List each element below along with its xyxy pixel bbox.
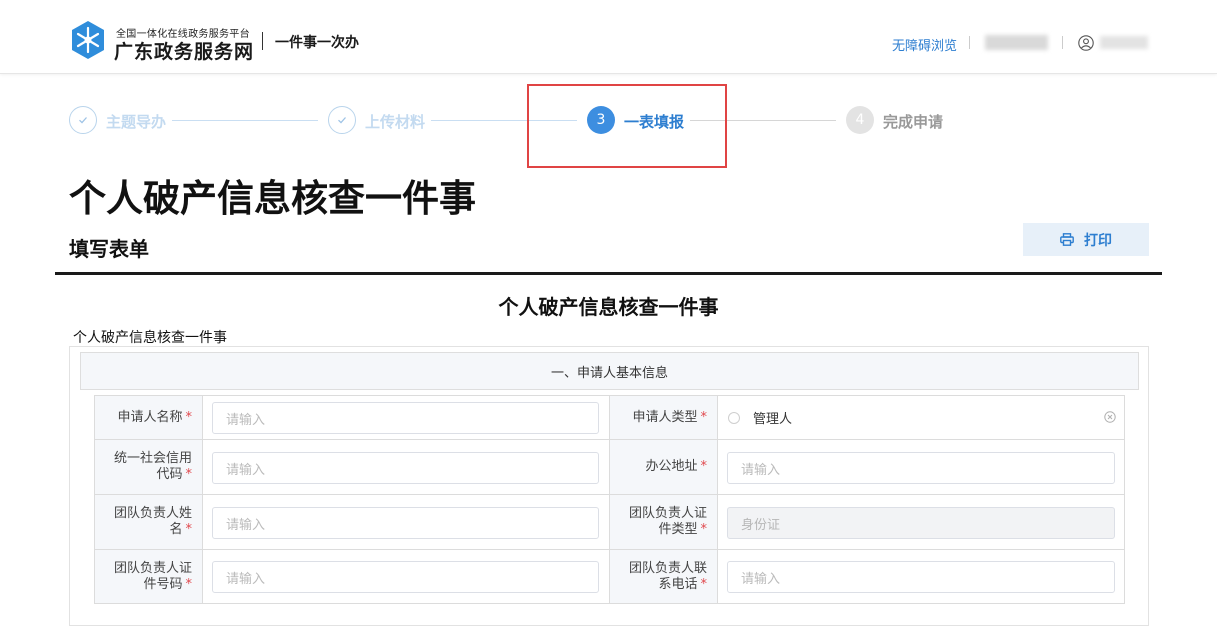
label-text: 统一社会信用代码: [113, 451, 192, 482]
radio-label[interactable]: 管理人: [753, 408, 792, 427]
form-grid: 申请人名称 * 请输入 申请人类型 * 管理人 统一社会信用代码 * 请输入 办公: [94, 395, 1125, 604]
step-label: 主题导办: [106, 113, 167, 131]
accessibility-link[interactable]: 无障碍浏览: [892, 35, 957, 54]
label-wrap: 统一社会信用代码 *: [108, 451, 192, 483]
blurred-account[interactable]: [1100, 36, 1148, 49]
field-label: 办公地址 *: [610, 440, 718, 494]
field-cell: 请输入: [203, 396, 610, 439]
id-type-field: 身份证: [727, 507, 1115, 539]
required-mark: *: [185, 467, 193, 482]
required-mark: *: [700, 409, 708, 425]
field-label: 统一社会信用代码 *: [95, 440, 203, 494]
form-subheading: 个人破产信息核查一件事: [73, 330, 227, 346]
logo-subtitle: 一件事一次办: [275, 35, 359, 51]
print-button[interactable]: 打印: [1023, 223, 1149, 256]
page-title: 个人破产信息核查一件事: [69, 177, 476, 220]
site-header: 全国一体化在线政务服务平台 广东政务服务网 一件事一次办 无障碍浏览: [0, 0, 1217, 74]
logo-divider: [262, 32, 263, 50]
id-number-input[interactable]: 请输入: [212, 561, 599, 593]
label-wrap: 团队负责人联系电话 *: [623, 561, 707, 593]
label-text: 团队负责人联系电话: [628, 560, 707, 592]
user-circle-icon[interactable]: [1078, 35, 1094, 51]
required-mark: *: [185, 576, 193, 592]
clear-circle-icon[interactable]: [1104, 411, 1116, 423]
group-heading: 一、申请人基本信息: [80, 352, 1139, 390]
form-heading: 个人破产信息核查一件事: [498, 295, 719, 319]
applicant-type-radio[interactable]: 管理人: [728, 396, 792, 439]
check-icon: [328, 106, 356, 134]
contact-phone-input[interactable]: 请输入: [727, 561, 1115, 593]
header-divider: [969, 36, 970, 49]
form-row: 团队负责人姓名 * 请输入 团队负责人证件类型 * 身份证: [95, 495, 1124, 550]
field-label: 申请人类型 *: [610, 396, 718, 439]
logo-icon[interactable]: [69, 20, 107, 60]
label-wrap: 团队负责人证件类型 *: [623, 506, 707, 538]
required-mark: *: [700, 459, 708, 474]
field-label: 申请人名称 *: [95, 396, 203, 439]
logo-site-name[interactable]: 广东政务服务网: [114, 37, 254, 64]
printer-icon: [1060, 233, 1074, 246]
field-cell: 请输入: [718, 550, 1124, 603]
print-label: 打印: [1084, 232, 1112, 249]
step-label: 上传材料: [365, 113, 426, 131]
field-cell: 请输入: [718, 440, 1124, 494]
label-text: 申请人名称: [117, 409, 183, 425]
section-title: 填写表单: [69, 237, 149, 261]
field-label: 团队负责人姓名 *: [95, 495, 203, 549]
field-cell: 请输入: [203, 495, 610, 549]
check-icon: [69, 106, 97, 134]
step-number: 4: [846, 106, 874, 134]
title-rule: [55, 272, 1162, 275]
highlight-annotation: [527, 84, 727, 168]
label-text: 团队负责人证件类型: [628, 506, 707, 537]
label-wrap: 团队负责人姓名 *: [108, 506, 192, 538]
label-wrap: 团队负责人证件号码 *: [108, 561, 192, 593]
credit-code-input[interactable]: 请输入: [212, 452, 599, 484]
header-divider: [1062, 36, 1063, 49]
field-cell: 请输入: [203, 550, 610, 603]
field-label: 团队负责人证件类型 *: [610, 495, 718, 549]
office-address-input[interactable]: 请输入: [727, 452, 1115, 484]
step-label: 完成申请: [883, 113, 944, 131]
required-mark: *: [700, 522, 708, 537]
required-mark: *: [700, 576, 708, 592]
field-cell: 管理人: [718, 396, 1124, 439]
blurred-username[interactable]: [985, 35, 1048, 50]
field-label: 团队负责人证件号码 *: [95, 550, 203, 603]
label-text: 申请人类型: [632, 409, 698, 425]
label-text: 团队负责人证件号码: [113, 560, 192, 592]
form-row: 统一社会信用代码 * 请输入 办公地址 * 请输入: [95, 440, 1124, 495]
field-cell: 请输入: [203, 440, 610, 494]
label-text: 团队负责人姓名: [113, 506, 192, 537]
radio-icon[interactable]: [728, 411, 740, 424]
form-row: 团队负责人证件号码 * 请输入 团队负责人联系电话 * 请输入: [95, 550, 1124, 603]
required-mark: *: [185, 409, 193, 425]
required-mark: *: [185, 522, 193, 537]
field-cell: 身份证: [718, 495, 1124, 549]
field-label: 团队负责人联系电话 *: [610, 550, 718, 603]
label-text: 办公地址: [645, 459, 698, 474]
team-leader-name-input[interactable]: 请输入: [212, 507, 599, 539]
form-row: 申请人名称 * 请输入 申请人类型 * 管理人: [95, 396, 1124, 440]
applicant-name-input[interactable]: 请输入: [212, 402, 599, 434]
step-connector: [172, 120, 318, 121]
